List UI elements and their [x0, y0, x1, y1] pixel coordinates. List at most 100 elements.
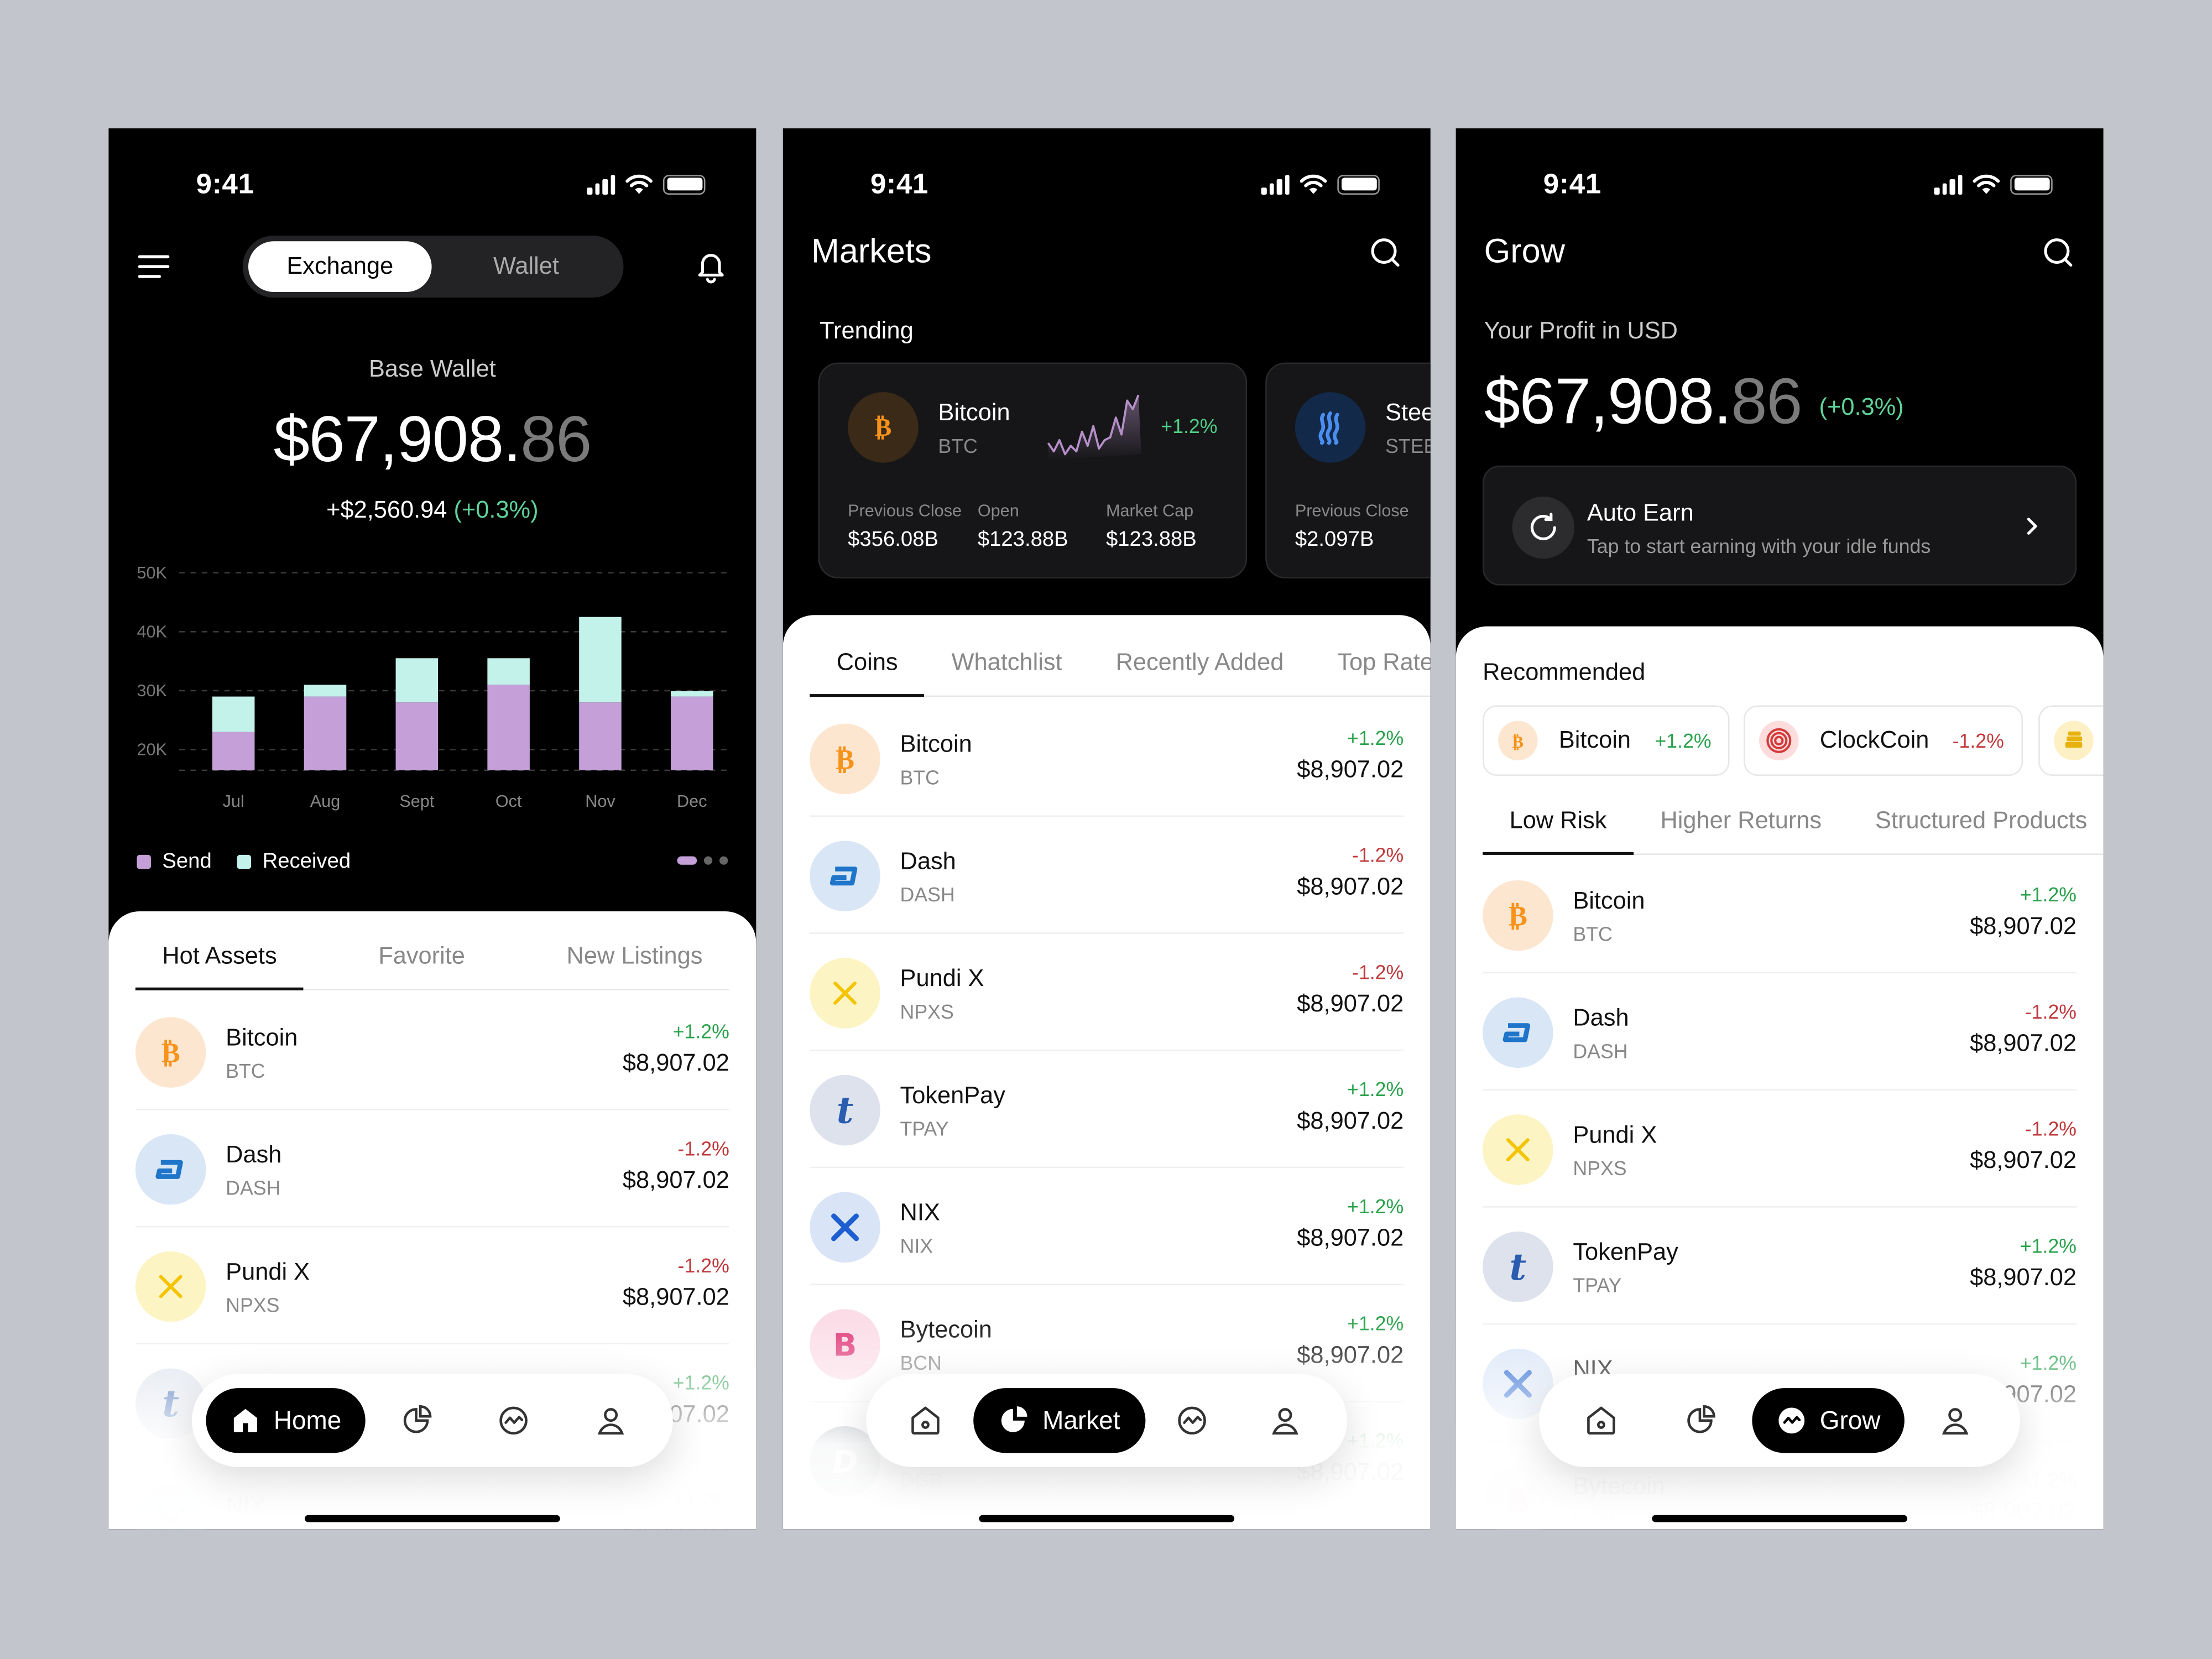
list-item[interactable]: t TokenPay TPAY +1.2% $8,907.02: [810, 1051, 1404, 1168]
bar-received-sept[interactable]: [395, 658, 439, 703]
x-tick-label: Aug: [310, 792, 340, 811]
trending-label: Trending: [820, 317, 914, 345]
legend-send-swatch: [137, 854, 151, 869]
toggle-exchange[interactable]: Exchange: [248, 241, 432, 293]
coin-name: Dash: [900, 848, 956, 875]
list-item[interactable]: Dash DASH -1.2% $8,907.02: [135, 1110, 729, 1228]
list-item[interactable]: ₿ Bitcoin BTC +1.2% $8,907.02: [810, 700, 1404, 817]
bar-send-aug[interactable]: [304, 696, 347, 770]
recommended-label: Recommended: [1483, 659, 1646, 686]
nav-market-label: Market: [1042, 1406, 1120, 1434]
status-icons: [1261, 174, 1380, 195]
risk-tabs: Low Risk Higher Returns Structured Product…: [1483, 787, 2104, 855]
bar-send-sept[interactable]: [395, 702, 439, 770]
legend-received-label: Received: [262, 849, 351, 874]
coin-change: -1.2%: [677, 1137, 729, 1160]
list-item[interactable]: Dash DASH -1.2% $8,907.02: [1483, 973, 2077, 1091]
chip-clockcoin[interactable]: ClockCoin -1.2%: [1744, 705, 2023, 776]
nav-portfolio[interactable]: [384, 1388, 448, 1453]
bar-received-nov[interactable]: [579, 617, 622, 703]
chip-bitcoin[interactable]: ₿ Bitcoin +1.2%: [1483, 705, 1730, 776]
search-icon[interactable]: [1368, 236, 1402, 269]
profile-icon: [1272, 1408, 1298, 1435]
bell-icon[interactable]: [694, 248, 728, 285]
coin-symbol: DASH: [226, 1176, 281, 1199]
coin-symbol: NPXS: [1573, 1156, 1627, 1180]
coin-symbol: NPXS: [900, 1000, 954, 1023]
coin-name: Pundi X: [1573, 1121, 1657, 1149]
list-item[interactable]: Pundi X NPXS -1.2% $8,907.02: [1483, 1091, 2077, 1208]
coin-price: $8,907.02: [1297, 1224, 1404, 1251]
bar-received-dec[interactable]: [671, 691, 713, 697]
search-icon[interactable]: [2041, 236, 2075, 269]
bar-send-dec[interactable]: [671, 696, 713, 770]
coin-name: Dash: [226, 1141, 282, 1168]
bar-received-aug[interactable]: [304, 685, 347, 697]
bar-send-jul[interactable]: [212, 732, 255, 770]
nav-grow[interactable]: [481, 1388, 546, 1453]
auto-earn-card[interactable]: Auto Earn Tap to start earning with your…: [1483, 465, 2077, 586]
tab-hot-assets[interactable]: Hot Assets: [135, 922, 304, 990]
list-item[interactable]: Pundi X NPXS -1.2% $8,907.02: [810, 934, 1404, 1051]
tokenpay-icon: t: [1483, 1232, 1553, 1302]
tab-top-rated[interactable]: Top Rated: [1311, 629, 1430, 696]
nav-grow[interactable]: Grow: [1752, 1388, 1905, 1453]
menu-icon[interactable]: [137, 253, 170, 281]
chevron-right-icon: [2027, 518, 2037, 535]
coin-name: Bitcoin: [226, 1024, 298, 1051]
bar-send-nov[interactable]: [579, 702, 622, 770]
tab-higher-returns[interactable]: Higher Returns: [1634, 787, 1849, 853]
coin-name: Bitcoin: [900, 731, 972, 758]
tab-whatchlist[interactable]: Whatchlist: [925, 629, 1089, 696]
nav-grow[interactable]: [1160, 1388, 1224, 1453]
nav-profile[interactable]: [1253, 1388, 1317, 1453]
nav-market[interactable]: Market: [973, 1388, 1146, 1453]
nav-home[interactable]: Home: [206, 1388, 366, 1453]
nav-portfolio[interactable]: [1667, 1388, 1732, 1453]
stat-value: $2.097B: [1295, 528, 1374, 552]
toggle-wallet[interactable]: Wallet: [435, 241, 618, 292]
y-tick-label: 30K: [137, 681, 167, 700]
chip-change: +1.2%: [1655, 729, 1712, 752]
list-item[interactable]: t TokenPay TPAY +1.2% $8,907.02: [1483, 1208, 2077, 1325]
auto-earn-subtitle: Tap to start earning with your idle fund…: [1587, 534, 1931, 557]
list-item[interactable]: NIX NIX +1.2% $8,907.02: [810, 1168, 1404, 1285]
coin-change: -1.2%: [1352, 843, 1404, 867]
coin-price: $8,907.02: [622, 1049, 729, 1077]
tab-low-risk[interactable]: Low Risk: [1483, 787, 1634, 855]
chart-pager[interactable]: [677, 856, 728, 865]
pager-dot: [703, 856, 713, 865]
tab-new-listings[interactable]: New Listings: [540, 922, 729, 989]
bitcoin-icon: ₿: [1498, 721, 1538, 760]
profit-cents: 86: [1731, 364, 1802, 437]
list-item[interactable]: ₿ Bitcoin BTC +1.2% $8,907.02: [135, 993, 729, 1110]
tab-coins[interactable]: Coins: [810, 629, 926, 697]
coin-change: +1.2%: [1347, 1077, 1404, 1100]
market-tabs: CoinsWhatchlistRecently AddedTop Rated: [810, 629, 1431, 697]
list-item[interactable]: ₿ Bitcoin BTC +1.2% $8,907.02: [1483, 856, 2077, 974]
coin-symbol: BTC: [900, 766, 940, 789]
bar-received-oct[interactable]: [487, 658, 530, 685]
trending-card-steem[interactable]: Steem STEEM Previous Close $2.097B: [1265, 362, 1431, 578]
tab-recently-added[interactable]: Recently Added: [1089, 629, 1311, 696]
chip-next[interactable]: [2038, 705, 2104, 776]
trending-card-bitcoin[interactable]: ₿ Bitcoin BTC +1.2% Previous Close $356.…: [818, 362, 1248, 578]
nav-profile[interactable]: [578, 1388, 643, 1453]
nav-home[interactable]: [1569, 1388, 1634, 1453]
nav-home[interactable]: [893, 1388, 958, 1453]
stat-label: Market Cap: [1105, 500, 1194, 521]
tab-structured-products[interactable]: Structured Products: [1849, 787, 2104, 853]
bar-received-jul[interactable]: [212, 696, 255, 732]
coin-change: +1.2%: [672, 1020, 729, 1043]
stat-label: Previous Close: [848, 500, 962, 521]
coin-price: $8,907.02: [1970, 1146, 2077, 1174]
coin-change: +1.2%: [1347, 726, 1404, 749]
coin-symbol: DASH: [1573, 1040, 1628, 1062]
tab-favorite[interactable]: Favorite: [352, 922, 492, 989]
stat-value: $356.08B: [848, 528, 939, 552]
bar-send-oct[interactable]: [487, 685, 530, 770]
nav-profile[interactable]: [1923, 1388, 1987, 1453]
list-item[interactable]: Dash DASH -1.2% $8,907.02: [810, 817, 1404, 934]
bottom-nav: Home: [191, 1374, 673, 1468]
coin-price: $8,907.02: [1970, 912, 2077, 940]
